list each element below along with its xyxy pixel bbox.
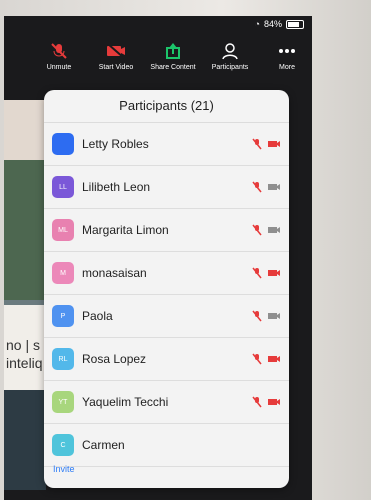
participant-name: Carmen (82, 438, 125, 452)
participants-list: Letty Robles LL Lilibeth Leon ML Margarita L… (44, 123, 289, 467)
ios-status-bar: ◔ 84% (255, 19, 304, 29)
more-button[interactable]: More (262, 42, 312, 92)
participant-row[interactable]: P Paola (44, 295, 289, 338)
battery-percent: 84% (263, 19, 282, 29)
participant-status-icons (252, 310, 281, 322)
participant-avatar (52, 133, 74, 155)
unmute-button[interactable]: Unmute (34, 42, 84, 92)
share-icon (166, 43, 180, 59)
muted-mic-icon (252, 310, 262, 322)
start-video-button[interactable]: Start Video (91, 42, 141, 92)
shared-content-middle (4, 160, 46, 300)
participant-status-icons (252, 396, 281, 408)
muted-mic-icon (51, 43, 67, 59)
muted-mic-icon (252, 396, 262, 408)
video-off-icon (268, 399, 280, 405)
participant-name: Lilibeth Leon (82, 180, 151, 194)
participant-name: Margarita Limon (82, 223, 169, 237)
participant-row[interactable]: Mmonasaisan (44, 252, 289, 295)
participants-button[interactable]: Participants (205, 42, 255, 92)
participant-row[interactable]: ML Margarita Limon (44, 209, 289, 252)
participant-status-icons (252, 353, 281, 365)
wifi-icon: ◔ (254, 19, 260, 29)
share-content-label: Share Content (150, 64, 196, 71)
video-off-icon (268, 356, 280, 362)
participant-avatar: C (52, 434, 74, 456)
participant-status-icons (252, 138, 281, 150)
video-icon (268, 227, 280, 233)
participant-name: Paola (82, 309, 113, 323)
participant-row[interactable]: YT Yaquelim Tecchi (44, 381, 289, 424)
muted-mic-icon (252, 267, 262, 279)
unmute-label: Unmute (46, 64, 72, 71)
participant-status-icons (252, 267, 281, 279)
participant-name: Yaquelim Tecchi (82, 395, 169, 409)
more-label: More (279, 64, 295, 71)
more-icon (279, 49, 295, 53)
video-off-icon (268, 141, 280, 147)
participant-avatar: ML (52, 219, 74, 241)
start-video-label: Start Video (98, 64, 134, 71)
participant-name: Letty Robles (82, 137, 149, 151)
meeting-toolbar: Unmute Start Video Share Content Partici… (34, 42, 312, 92)
shared-content-text: no | s inteliq (6, 337, 43, 371)
video-off-icon (107, 43, 125, 59)
participant-avatar: P (52, 305, 74, 327)
muted-mic-icon (252, 181, 262, 193)
participant-name: Rosa Lopez (82, 352, 147, 366)
participant-status-icons (252, 224, 281, 236)
participant-name: monasaisan (82, 266, 147, 280)
participant-row[interactable]: RL Rosa Lopez (44, 338, 289, 381)
participant-avatar: LL (52, 176, 74, 198)
battery-icon (286, 19, 304, 29)
muted-mic-icon (252, 224, 262, 236)
participant-avatar: RL (52, 348, 74, 370)
participant-avatar: YT (52, 391, 74, 413)
participant-row[interactable]: Letty Robles (44, 123, 289, 166)
muted-mic-icon (252, 353, 262, 365)
participants-icon (222, 43, 238, 60)
participants-panel: Participants (21) Letty Robles LL Lilibeth… (44, 90, 289, 488)
participant-status-icons (252, 181, 281, 193)
shared-content-bottom (4, 390, 46, 490)
shared-content-top (4, 100, 46, 160)
participant-avatar: M (52, 262, 74, 284)
share-content-button[interactable]: Share Content (148, 42, 198, 92)
participant-row[interactable]: C Carmen (44, 424, 289, 467)
muted-mic-icon (252, 138, 262, 150)
participants-label: Participants (211, 64, 249, 71)
video-off-icon (268, 270, 280, 276)
participant-row[interactable]: LL Lilibeth Leon (44, 166, 289, 209)
video-icon (268, 313, 280, 319)
video-icon (268, 184, 280, 190)
participants-title: Participants (21) (44, 90, 289, 123)
invite-button[interactable]: Invite (53, 464, 75, 474)
